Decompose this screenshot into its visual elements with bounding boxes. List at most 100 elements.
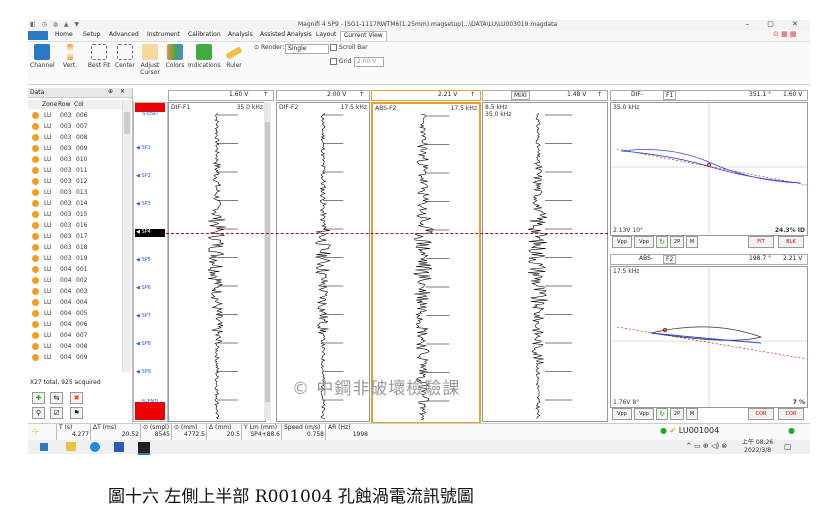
cursor-line[interactable] xyxy=(166,233,608,234)
list-item[interactable]: LU 003 006 xyxy=(30,111,122,121)
channel2-header[interactable]: 2.00 V ↑ xyxy=(276,90,370,101)
file-menu-button[interactable] xyxy=(28,31,48,40)
adjust-cursor-button[interactable]: Adjust Cursor xyxy=(138,44,162,76)
marker-sp4[interactable]: ◀ SP4 xyxy=(136,229,151,235)
marker-sp9[interactable]: ◀ SP9 xyxy=(136,369,151,375)
fit-button[interactable]: FIT xyxy=(748,236,774,248)
marker-sp8[interactable]: ◀ SP8 xyxy=(136,341,151,347)
menu-advanced[interactable]: Advanced xyxy=(106,31,142,40)
ribbon-options-icons[interactable]: ⊙ ▦ ▦ xyxy=(773,30,807,41)
cursor-nav-icon[interactable]: ⊹ xyxy=(32,427,39,436)
menu-analysis[interactable]: Analysis xyxy=(225,31,256,40)
refresh-icon-bottom[interactable]: ↻ xyxy=(656,408,668,420)
list-item[interactable]: LU 003 008 xyxy=(30,133,122,143)
clock[interactable]: 上午 08:26 2022/3/8 xyxy=(742,439,773,455)
indications-button[interactable]: Indications xyxy=(188,44,221,69)
pin-icon[interactable]: ⊕ xyxy=(108,88,113,95)
grid-toggle[interactable]: Grid xyxy=(330,58,352,65)
refresh-icon[interactable]: ↻ xyxy=(656,236,668,248)
channel3-header[interactable]: 2.21 V ↑ xyxy=(371,90,481,101)
channel4-header[interactable]: MIXI 1.48 V ↑ xyxy=(482,90,608,101)
lissajous-top-plot[interactable]: 35.0 kHz 2.13V 10° 24.3% ID xyxy=(610,102,808,236)
colors-button[interactable]: Colors xyxy=(164,44,186,69)
link-button[interactable]: ⇆ xyxy=(50,392,63,404)
menu-setup[interactable]: Setup xyxy=(80,31,103,40)
scroll-bar-toggle[interactable]: Scroll Bar xyxy=(330,44,368,51)
list-item[interactable]: LU 004 007 xyxy=(30,331,122,341)
list-item[interactable]: LU 004 009 xyxy=(30,353,122,363)
cor-button[interactable]: COR xyxy=(748,408,774,420)
list-item[interactable]: LU 003 007 xyxy=(30,122,122,132)
blk-button[interactable]: BLK xyxy=(778,236,804,248)
list-item[interactable]: LU 003 017 xyxy=(30,232,122,242)
list-item[interactable]: LU 003 019 xyxy=(30,254,122,264)
delete-button[interactable]: ✖ xyxy=(70,392,83,404)
marker-sp7[interactable]: ◀ SP7 xyxy=(136,313,151,319)
center-button[interactable]: Center xyxy=(114,44,136,69)
magnifi-app-icon[interactable] xyxy=(138,442,150,455)
vpp-alt-button[interactable]: Vpp xyxy=(634,236,654,248)
lissajous-bottom-plot[interactable]: 17.5 kHz 1.76V 8° 7 % xyxy=(610,266,808,408)
render-select[interactable]: Single xyxy=(285,44,329,54)
menu-calibration[interactable]: Calibration xyxy=(185,31,224,40)
list-item[interactable]: LU 004 003 xyxy=(30,287,122,297)
list-item[interactable]: LU 003 010 xyxy=(30,155,122,165)
strip-chart-dif-f1[interactable]: DIF-F1 35.0 kHz xyxy=(168,102,266,422)
list-item[interactable]: LU 003 011 xyxy=(30,166,122,176)
marker-sp2[interactable]: ◀ SP2 xyxy=(136,173,151,179)
list-item[interactable]: LU 003 015 xyxy=(30,210,122,220)
lissajous-top-header[interactable]: DIF- F1 351.1 ° 1.60 V xyxy=(610,90,808,101)
strip-chart-mix[interactable]: 8.5 kHz 35.0 kHz xyxy=(482,102,608,422)
list-item[interactable]: LU 003 016 xyxy=(30,221,122,231)
list-item[interactable]: LU 003 018 xyxy=(30,243,122,253)
menu-home[interactable]: Home xyxy=(52,31,76,40)
list-item[interactable]: LU 004 006 xyxy=(30,320,122,330)
check-button[interactable]: ☑ xyxy=(50,407,63,419)
ruler-button[interactable]: Ruler xyxy=(224,44,244,69)
best-fit-button[interactable]: Best Fit xyxy=(86,44,112,69)
menu-layout[interactable]: Layout xyxy=(313,31,339,40)
list-item[interactable]: LU 003 012 xyxy=(30,177,122,187)
file-explorer-icon[interactable] xyxy=(66,442,76,451)
menu-assisted-analysis[interactable]: Assisted Analysis xyxy=(257,31,315,40)
window-controls[interactable]: – ▢ ✕ xyxy=(746,20,806,28)
two-point-button-bottom[interactable]: 2P xyxy=(670,408,684,420)
menu-instrument[interactable]: Instrument xyxy=(144,31,183,40)
list-item[interactable]: LU 003 014 xyxy=(30,199,122,209)
cor-button-2[interactable]: COR xyxy=(778,408,804,420)
quick-access-toolbar[interactable]: ◧ ◷ ◍ ▲ ▼ xyxy=(30,21,81,28)
system-tray-icons[interactable]: ^ ▭ ⊕ ◁) ⊗ xyxy=(686,442,727,450)
list-item[interactable]: LU 004 001 xyxy=(30,265,122,275)
list-item[interactable]: LU 003 013 xyxy=(30,188,122,198)
list-item[interactable]: LU 004 002 xyxy=(30,276,122,286)
vpp-button[interactable]: Vpp xyxy=(612,236,632,248)
m-button-bottom[interactable]: M xyxy=(686,408,698,420)
marker-sp5[interactable]: ◀ SP5 xyxy=(136,257,151,263)
marker-sp1[interactable]: ◀ SP1 xyxy=(136,145,151,151)
binoculars-button[interactable]: ⚲ xyxy=(32,407,45,419)
word-icon[interactable] xyxy=(114,442,124,452)
notification-icon[interactable]: ▢ xyxy=(784,442,792,451)
add-button[interactable]: ✚ xyxy=(32,392,45,404)
marker-sp6[interactable]: ◀ SP6 xyxy=(136,285,151,291)
list-item[interactable]: LU 003 009 xyxy=(30,144,122,154)
menu-current-view[interactable]: Current View xyxy=(340,31,387,41)
list-item[interactable]: LU 004 008 xyxy=(30,342,122,352)
edge-icon[interactable] xyxy=(90,442,100,452)
vpp-alt-button-bottom[interactable]: Vpp xyxy=(634,408,654,420)
strip1-scrollbar[interactable] xyxy=(264,102,271,420)
windows-start-icon[interactable] xyxy=(40,443,48,451)
list-item[interactable]: LU 004 004 xyxy=(30,298,122,308)
filter-button[interactable]: ⚑ xyxy=(70,407,83,419)
marker-sp3[interactable]: ◀ SP3 xyxy=(136,201,151,207)
two-point-button[interactable]: 2P xyxy=(670,236,684,248)
channel-button[interactable]: Channel xyxy=(30,44,55,69)
list-item[interactable]: LU 004 005 xyxy=(30,309,122,319)
vert-button[interactable]: Vert. xyxy=(60,44,80,69)
close-icon[interactable]: ✕ xyxy=(120,88,125,95)
vpp-button-bottom[interactable]: Vpp xyxy=(612,408,632,420)
lissajous-bottom-header[interactable]: ABS- F2 198.7 ° 2.21 V xyxy=(610,254,808,265)
m-button[interactable]: M xyxy=(686,236,698,248)
channel1-header[interactable]: 1.60 V ↑ xyxy=(168,90,274,101)
grid-value-input[interactable]: 2.00 V xyxy=(354,57,384,67)
